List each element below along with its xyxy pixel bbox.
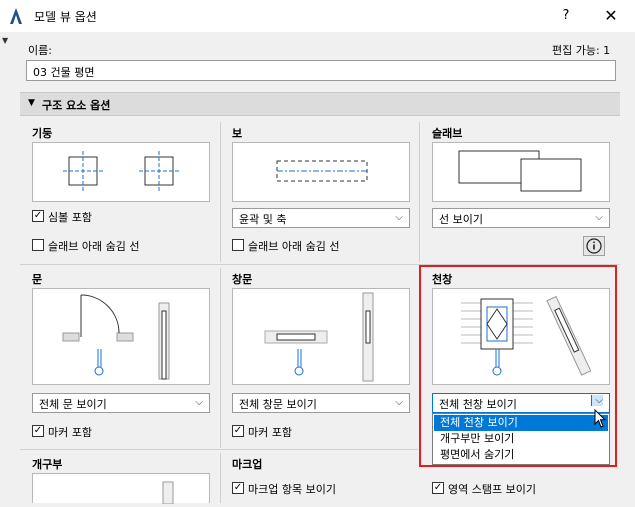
beam-dropdown[interactable]: 윤곽 및 축 ⌵ [232, 208, 410, 228]
window-preview [232, 288, 410, 385]
name-input[interactable]: 03 건물 평면 [26, 60, 616, 81]
name-label: 이름: [28, 44, 52, 57]
window-marker-checkbox[interactable]: ✓ [232, 425, 244, 437]
window-marker-label: 마커 포함 [248, 426, 292, 439]
column-hidden-checkbox[interactable] [32, 239, 44, 251]
close-button[interactable]: ✕ [596, 3, 626, 29]
beam-hidden-checkbox[interactable] [232, 239, 244, 251]
chevron-down-icon: ⌵ [195, 397, 203, 408]
slab-preview [432, 142, 610, 202]
marker-show-checkbox[interactable]: ✓ [232, 482, 244, 494]
section-header[interactable]: ▼ 구조 요소 옵션 [20, 92, 620, 116]
chevron-down-icon: ⌵ [395, 212, 403, 223]
column-symbol-checkbox[interactable]: ✓ [32, 210, 44, 222]
info-button[interactable] [583, 236, 605, 256]
column-symbol-label: 심볼 포함 [48, 211, 92, 224]
slab-dropdown[interactable]: 선 보이기 ⌵ [432, 208, 610, 228]
window-title: 모델 뷰 옵션 [34, 10, 97, 24]
marker-show-label: 마크업 항목 보이기 [248, 483, 336, 496]
chevron-down-icon: ⌵ [395, 397, 403, 408]
divider [220, 122, 221, 262]
divider [20, 449, 418, 450]
beam-title: 보 [232, 127, 243, 140]
divider [220, 268, 221, 448]
opening-preview [32, 473, 210, 505]
window-dropdown[interactable]: 전체 창문 보이기 ⌵ [232, 393, 410, 413]
door-marker-label: 마커 포함 [48, 426, 92, 439]
help-button[interactable]: ? [553, 3, 579, 29]
marker-title: 마크업 [232, 458, 263, 471]
zone-stamp-label: 영역 스탬프 보이기 [448, 483, 536, 496]
window-dropdown-value: 전체 창문 보이기 [239, 398, 317, 411]
beam-hidden-label: 슬래브 아래 숨김 선 [248, 240, 340, 253]
window-title: 창문 [232, 273, 253, 286]
opening-title: 개구부 [32, 458, 63, 471]
column-title: 기둥 [32, 127, 53, 140]
info-icon [586, 238, 602, 254]
skylight-highlight [419, 265, 617, 467]
section-title: 구조 요소 옵션 [42, 99, 111, 112]
beam-dropdown-value: 윤곽 및 축 [239, 213, 287, 226]
door-title: 문 [32, 273, 43, 286]
door-marker-checkbox[interactable]: ✓ [32, 425, 44, 437]
editable-count: 편집 가능: 1 [552, 44, 611, 57]
chevron-down-icon: ▼ [28, 98, 35, 108]
divider [419, 122, 420, 262]
zone-stamp-checkbox[interactable]: ✓ [432, 482, 444, 494]
collapse-arrow-icon[interactable]: ▼ [2, 36, 8, 45]
column-hidden-label: 슬래브 아래 숨김 선 [48, 240, 140, 253]
beam-preview [232, 142, 410, 202]
column-preview [32, 142, 210, 202]
door-dropdown-value: 전체 문 보이기 [39, 398, 107, 411]
chevron-down-icon: ⌵ [595, 212, 603, 223]
divider [220, 453, 221, 503]
slab-title: 슬래브 [432, 127, 463, 140]
door-dropdown[interactable]: 전체 문 보이기 ⌵ [32, 393, 210, 413]
door-preview [32, 288, 210, 385]
slab-dropdown-value: 선 보이기 [439, 213, 483, 226]
app-logo-icon [8, 7, 24, 25]
